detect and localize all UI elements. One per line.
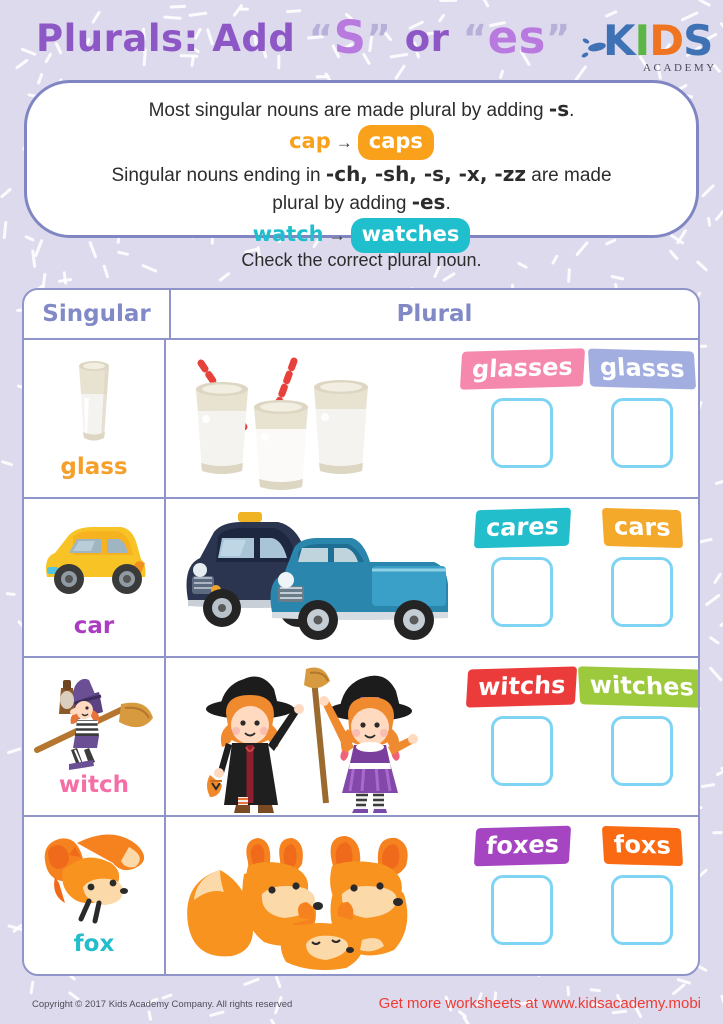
table-row: car cares cars [24, 499, 698, 658]
worksheets-link[interactable]: Get more worksheets at www.kidsacademy.m… [379, 995, 701, 1012]
logo-letter-d: D [649, 16, 684, 65]
option-label: glasses [459, 348, 585, 390]
rule3-bold: -es [411, 190, 446, 214]
two-cars-icon [186, 512, 448, 640]
example1-arrow: → [335, 133, 353, 152]
option-checkbox[interactable] [611, 716, 673, 786]
singular-cell: witch [24, 658, 166, 815]
table-header-row: Singular Plural [24, 290, 698, 340]
logo-subtitle: ACADEMY [643, 62, 717, 74]
option: glasss [586, 348, 698, 468]
option-group: witchs witches [466, 658, 698, 786]
option-label: foxs [601, 825, 683, 867]
witch-on-broom-icon [34, 678, 153, 770]
rule-line-1: Most singular nouns are made plural by a… [27, 96, 696, 124]
singular-word: glass [60, 454, 128, 480]
rule1-before: Most singular nouns are made plural by a… [148, 100, 549, 121]
table-row: fox foxes foxs [24, 817, 698, 974]
one-fox-icon [44, 834, 145, 924]
kids-academy-logo: KIDS ACADEMY [581, 18, 714, 80]
two-witches-icon [206, 667, 418, 813]
plural-cell: witchs witches [166, 658, 698, 815]
quote-close-1: ” [366, 17, 392, 60]
option-checkbox[interactable] [491, 557, 553, 627]
logo-letter-i: I [634, 16, 651, 65]
rule-line-2: Singular nouns ending in -ch, -sh, -s, -… [27, 161, 696, 189]
logo-wordmark: KIDS [603, 16, 713, 65]
singular-word: witch [58, 772, 130, 798]
page-title: Plurals: Add “S” or “es” [36, 15, 571, 61]
option-label: cars [601, 507, 683, 549]
option: foxes [466, 825, 578, 945]
plural-cell: glasses glasss [166, 340, 698, 497]
option-label: witchs [466, 666, 578, 708]
plural-cell: foxes foxs [166, 817, 698, 974]
option: glasses [459, 348, 585, 468]
logo-letter-s: S [683, 16, 713, 65]
singular-cell: fox [24, 817, 166, 974]
table-row: glass glasses glasss [24, 340, 698, 499]
example1-plural: caps [357, 125, 434, 160]
rule1-after: . [569, 100, 575, 121]
example2-singular: watch [252, 222, 324, 246]
plural-exercise-table: Singular Plural glass glasses glasss car… [22, 288, 700, 976]
option: witchs [466, 666, 578, 786]
suffix-es-text: es [487, 11, 546, 64]
rule-line-3: plural by adding -es. [27, 189, 696, 217]
option-checkbox[interactable] [491, 875, 553, 945]
option-checkbox[interactable] [491, 716, 553, 786]
option: foxs [586, 825, 698, 945]
option-checkbox[interactable] [611, 557, 673, 627]
option-group: cares cars [466, 499, 698, 627]
rule2-bold: -ch, -sh, -s, -x, -zz [325, 162, 526, 186]
option-checkbox[interactable] [491, 398, 553, 468]
option-label: witches [578, 666, 698, 708]
rule3-before: plural by adding [272, 193, 412, 214]
option-checkbox[interactable] [611, 875, 673, 945]
page-header: Plurals: Add “S” or “es” KIDS ACADEMY [0, 0, 723, 86]
logo-letter-k: K [603, 16, 636, 65]
option: witches [578, 666, 698, 786]
rule3-after: . [445, 193, 451, 214]
option-label: foxes [473, 825, 571, 867]
title-prefix: Plurals: Add [36, 17, 296, 60]
title-conjunction: or [404, 17, 450, 60]
plural-cell: cares cars [166, 499, 698, 656]
rule2-before: Singular nouns ending in [111, 165, 326, 186]
column-header-plural: Plural [396, 301, 473, 327]
quote-open-1: “ [308, 17, 334, 60]
rule2-after: are made [525, 165, 612, 186]
option-group: glasses glasss [459, 340, 698, 468]
option-group: foxes foxs [466, 817, 698, 945]
option-checkbox[interactable] [611, 398, 673, 468]
table-row: witch witchs witches [24, 658, 698, 817]
column-header-singular: Singular [24, 290, 171, 338]
instruction-prompt: Check the correct plural noun. [241, 250, 482, 270]
copyright-text: Copyright © 2017 Kids Academy Company. A… [32, 999, 293, 1010]
rules-box: Most singular nouns are made plural by a… [24, 80, 699, 253]
quote-close-2: ” [545, 17, 571, 60]
example-cap-caps: cap → caps [27, 125, 696, 160]
singular-word: car [73, 613, 115, 639]
glass-of-milk-icon [79, 361, 109, 441]
example2-plural: watches [350, 218, 471, 253]
singular-cell: glass [24, 340, 166, 497]
worksheet-page: Plurals: Add “S” or “es” KIDS ACADEMY Mo… [0, 0, 723, 1024]
yellow-car-icon [46, 527, 146, 594]
option-label: cares [473, 507, 571, 549]
option-label: glasss [587, 348, 697, 390]
singular-cell: car [24, 499, 166, 656]
rule1-bold: -s [548, 97, 570, 121]
example2-arrow: → [328, 226, 346, 245]
option: cars [586, 507, 698, 627]
example1-singular: cap [289, 129, 331, 153]
suffix-s-text: S [333, 11, 367, 64]
three-glasses-of-milk-icon [196, 357, 368, 490]
option: cares [466, 507, 578, 627]
singular-word: fox [73, 931, 115, 957]
example-watch-watches: watch → watches [27, 218, 696, 253]
three-foxes-icon [187, 836, 408, 970]
quote-open-2: “ [462, 17, 488, 60]
